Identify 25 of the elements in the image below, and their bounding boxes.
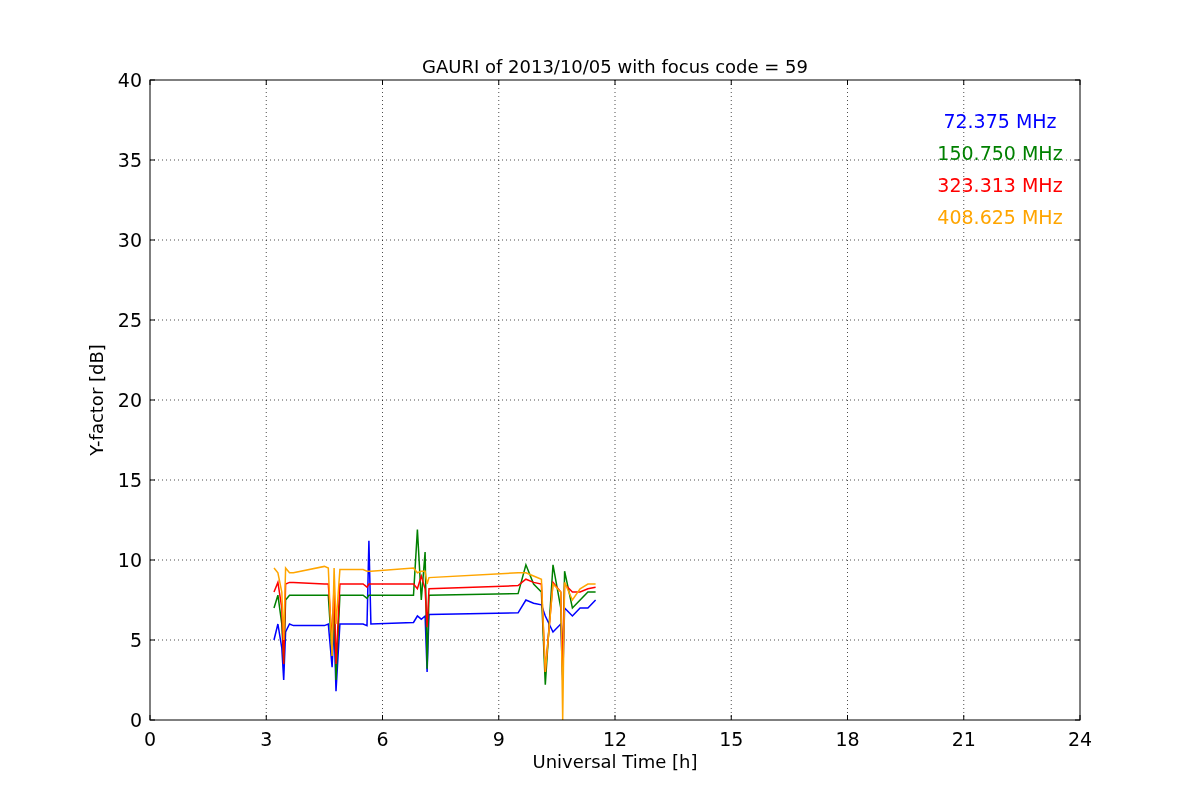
y-axis-label: Y-factor [dB] bbox=[86, 344, 107, 456]
y-tick-label: 30 bbox=[117, 229, 142, 251]
legend-label: 408.625 MHz bbox=[937, 206, 1063, 228]
x-tick-label: 15 bbox=[719, 728, 744, 750]
y-tick-label: 5 bbox=[129, 629, 142, 651]
y-tick-label: 10 bbox=[117, 549, 142, 571]
legend-label: 72.375 MHz bbox=[943, 110, 1057, 132]
legend-label: 323.313 MHz bbox=[937, 174, 1063, 196]
y-tick-label: 35 bbox=[117, 149, 142, 171]
x-axis-label: Universal Time [h] bbox=[532, 751, 698, 772]
y-tick-label: 25 bbox=[117, 309, 142, 331]
y-tick-label: 15 bbox=[117, 469, 142, 491]
y-tick-label: 20 bbox=[117, 389, 142, 411]
x-tick-label: 6 bbox=[376, 728, 389, 750]
chart-title: GAURI of 2013/10/05 with focus code = 59 bbox=[422, 56, 808, 77]
x-tick-label: 18 bbox=[835, 728, 860, 750]
x-tick-label: 24 bbox=[1067, 728, 1093, 750]
x-tick-label: 3 bbox=[260, 728, 273, 750]
y-tick-label: 40 bbox=[117, 69, 142, 91]
x-tick-label: 12 bbox=[602, 728, 628, 750]
x-tick-label: 9 bbox=[492, 728, 505, 750]
x-tick-label: 0 bbox=[143, 728, 157, 750]
legend-label: 150.750 MHz bbox=[937, 142, 1063, 164]
x-tick-label: 21 bbox=[951, 728, 976, 750]
y-tick-label: 0 bbox=[129, 709, 142, 731]
